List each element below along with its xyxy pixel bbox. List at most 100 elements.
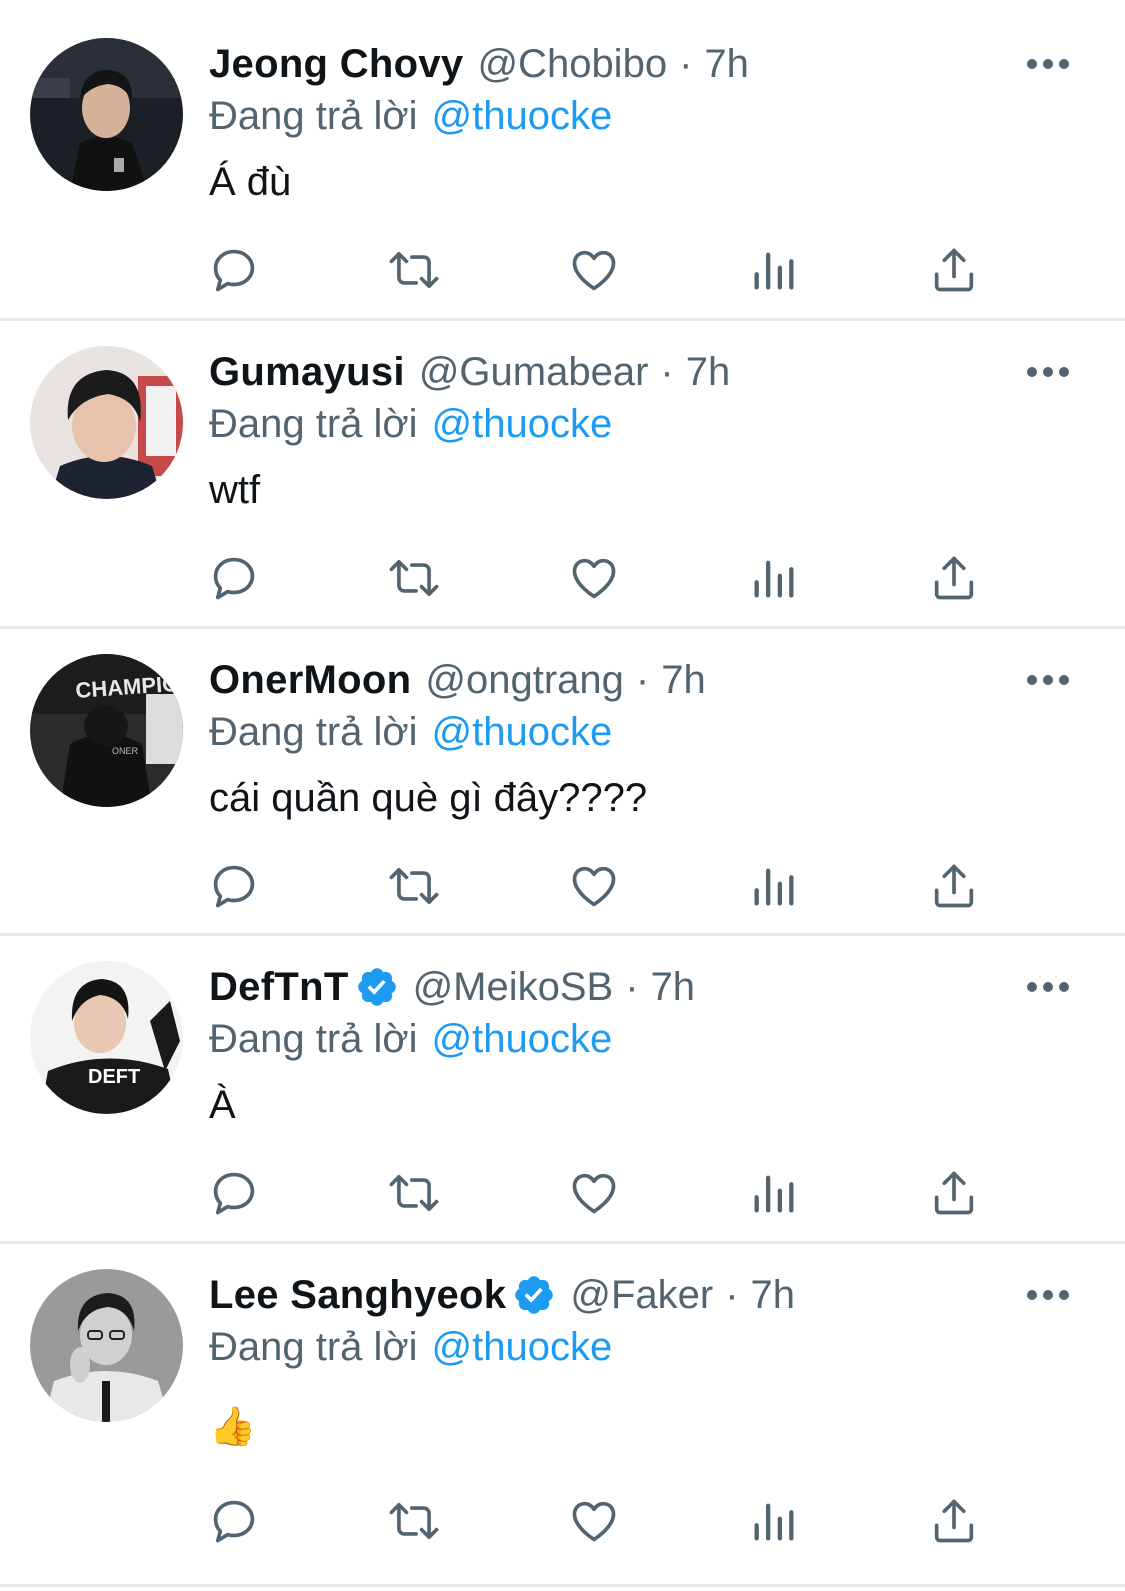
share-button[interactable] — [924, 1491, 984, 1551]
share-icon — [934, 864, 974, 908]
replying-to: Đang trả lời @thuocke — [209, 706, 612, 758]
tweet-text: À — [209, 1083, 236, 1127]
tweet-actions — [0, 1491, 1125, 1551]
analytics-button[interactable] — [744, 1163, 804, 1223]
tweet[interactable]: Lee Sanghyeok @Faker · 7h Đang trả lời @t… — [0, 1269, 1125, 1569]
retweet-button[interactable] — [384, 1491, 444, 1551]
timestamp[interactable]: 7h — [661, 654, 706, 706]
like-icon — [572, 1501, 616, 1542]
reply-button[interactable] — [204, 240, 264, 300]
mention-link[interactable]: @thuocke — [432, 1325, 613, 1369]
timestamp[interactable]: 7h — [751, 1269, 796, 1321]
like-icon — [572, 866, 616, 907]
tweet-header: Lee Sanghyeok @Faker · 7h — [209, 1269, 795, 1321]
retweet-icon — [389, 560, 439, 596]
retweet-button[interactable] — [384, 240, 444, 300]
tweet-actions — [0, 548, 1125, 608]
replying-to: Đang trả lời @thuocke — [209, 1013, 612, 1065]
display-name[interactable]: Lee Sanghyeok — [209, 1269, 506, 1321]
timestamp[interactable]: 7h — [686, 346, 731, 398]
divider — [0, 1584, 1125, 1587]
tweet-actions — [0, 856, 1125, 916]
divider — [0, 626, 1125, 629]
avatar[interactable]: DEFT — [30, 961, 183, 1114]
analytics-button[interactable] — [744, 856, 804, 916]
like-button[interactable] — [564, 1491, 624, 1551]
retweet-button[interactable] — [384, 856, 444, 916]
tweet[interactable]: Gumayusi @Gumabear · 7h Đang trả lời @thu… — [0, 346, 1125, 628]
divider — [0, 318, 1125, 321]
analytics-icon — [754, 1175, 794, 1213]
replying-to: Đang trả lời @thuocke — [209, 90, 612, 142]
display-name[interactable]: Jeong Chovy — [209, 38, 463, 90]
mention-link[interactable]: @thuocke — [432, 94, 613, 138]
tweet-text: wtf — [209, 468, 261, 512]
like-button[interactable] — [564, 548, 624, 608]
share-icon — [934, 1171, 974, 1215]
timestamp[interactable]: 7h — [704, 38, 749, 90]
avatar[interactable] — [30, 1269, 183, 1422]
share-button[interactable] — [924, 240, 984, 300]
tweet[interactable]: CHAMPION ONER OnerMoon @ongtrang · 7h Đa… — [0, 654, 1125, 936]
user-handle[interactable]: @ongtrang — [425, 654, 624, 706]
mention-link[interactable]: @thuocke — [432, 402, 613, 446]
like-button[interactable] — [564, 1163, 624, 1223]
like-button[interactable] — [564, 856, 624, 916]
analytics-icon — [754, 252, 794, 290]
retweet-icon — [389, 252, 439, 288]
tweet-header: DefTnT @MeikoSB · 7h — [209, 961, 695, 1013]
replying-to: Đang trả lời @thuocke — [209, 398, 612, 450]
analytics-button[interactable] — [744, 548, 804, 608]
share-button[interactable] — [924, 1163, 984, 1223]
more-options-icon[interactable] — [1025, 56, 1071, 72]
display-name[interactable]: Gumayusi — [209, 346, 405, 398]
separator-dot: · — [725, 1273, 739, 1317]
like-button[interactable] — [564, 240, 624, 300]
share-button[interactable] — [924, 548, 984, 608]
avatar-jersey-text: DEFT — [88, 1066, 140, 1088]
avatar[interactable]: CHAMPION ONER — [30, 654, 183, 807]
user-handle[interactable]: @Gumabear — [419, 346, 649, 398]
retweet-button[interactable] — [384, 548, 444, 608]
more-options-icon[interactable] — [1025, 1287, 1071, 1303]
replying-to: Đang trả lời @thuocke — [209, 1321, 612, 1373]
tweet[interactable]: Jeong Chovy @Chobibo · 7h Đang trả lời @t… — [0, 38, 1125, 320]
separator-dot: · — [635, 658, 650, 702]
reply-button[interactable] — [204, 1491, 264, 1551]
tweet-header: Jeong Chovy @Chobibo · 7h — [209, 38, 749, 90]
tweet-text: cái quần què gì đây???? — [209, 776, 648, 820]
more-options-icon[interactable] — [1025, 364, 1071, 380]
display-name[interactable]: OnerMoon — [209, 654, 411, 706]
timestamp[interactable]: 7h — [651, 961, 696, 1013]
separator-dot: · — [625, 965, 639, 1009]
tweet[interactable]: DEFT DefTnT @MeikoSB · 7h Đang trả lời @t… — [0, 961, 1125, 1243]
reply-button[interactable] — [204, 856, 264, 916]
display-name[interactable]: DefTnT — [209, 961, 349, 1013]
tweet-actions — [0, 1163, 1125, 1223]
user-handle[interactable]: @MeikoSB — [413, 961, 614, 1013]
reply-icon — [213, 865, 255, 908]
retweet-icon — [389, 1503, 439, 1539]
retweet-button[interactable] — [384, 1163, 444, 1223]
replying-to-label: Đang trả lời — [209, 94, 418, 138]
retweet-icon — [389, 1175, 439, 1211]
share-button[interactable] — [924, 856, 984, 916]
reply-button[interactable] — [204, 1163, 264, 1223]
replying-to-label: Đang trả lời — [209, 1017, 418, 1061]
analytics-icon — [754, 560, 794, 598]
avatar[interactable] — [30, 346, 183, 499]
user-handle[interactable]: @Chobibo — [477, 38, 667, 90]
tweet-actions — [0, 240, 1125, 300]
mention-link[interactable]: @thuocke — [432, 710, 613, 754]
replying-to-label: Đang trả lời — [209, 402, 418, 446]
user-handle[interactable]: @Faker — [570, 1269, 713, 1321]
analytics-button[interactable] — [744, 1491, 804, 1551]
avatar[interactable] — [30, 38, 183, 191]
reply-button[interactable] — [204, 548, 264, 608]
analytics-button[interactable] — [744, 240, 804, 300]
more-options-icon[interactable] — [1025, 672, 1071, 688]
share-icon — [934, 248, 974, 292]
mention-link[interactable]: @thuocke — [432, 1017, 613, 1061]
more-options-icon[interactable] — [1025, 979, 1071, 995]
divider — [0, 1241, 1125, 1244]
